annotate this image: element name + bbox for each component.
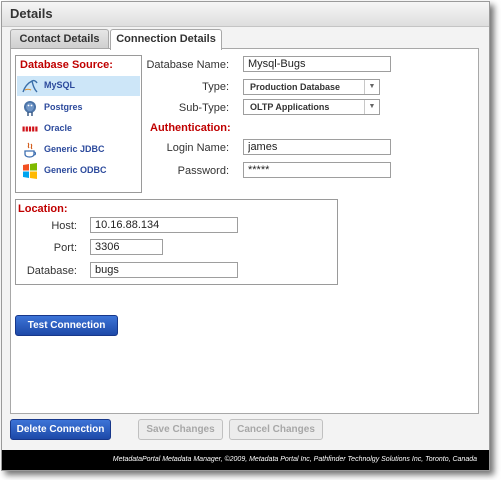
db-source-item-generic-odbc[interactable]: Generic ODBC <box>17 161 140 181</box>
window-title: Details <box>10 6 53 21</box>
db-source-item-oracle[interactable]: Oracle <box>17 119 140 139</box>
details-window: Details Contact Details Connection Detai… <box>1 1 490 471</box>
database-name-label: Database Name: <box>146 59 229 71</box>
subtype-select-value: OLTP Applications <box>250 102 330 112</box>
footer-copyright: MetadataPortal Metadata Manager, ©2009, … <box>2 450 489 470</box>
host-label: Host: <box>51 220 77 232</box>
jdbc-icon <box>24 142 37 158</box>
oracle-icon <box>22 125 38 133</box>
location-heading: Location: <box>18 203 68 215</box>
subtype-select[interactable]: OLTP Applications ▼ <box>243 99 380 115</box>
db-source-label: Oracle <box>44 123 73 133</box>
password-input[interactable] <box>243 162 391 178</box>
db-source-label: Generic ODBC <box>44 165 107 175</box>
save-changes-button[interactable]: Save Changes <box>138 419 223 440</box>
db-source-label: Postgres <box>44 102 83 112</box>
database-name-input[interactable] <box>243 56 391 72</box>
tab-contact-details[interactable]: Contact Details <box>10 29 109 48</box>
port-input[interactable] <box>90 239 163 255</box>
database-source-list: Database Source: MySQL Postgres Oracle G… <box>15 55 142 193</box>
location-section: Location: Host: Port: Database: <box>15 199 338 285</box>
type-select-value: Production Database <box>250 82 341 92</box>
database-label: Database: <box>26 265 77 277</box>
window-titlebar: Details <box>2 2 489 27</box>
postgres-icon <box>24 101 36 116</box>
db-source-item-generic-jdbc[interactable]: Generic JDBC <box>17 140 140 160</box>
odbc-icon <box>23 163 37 179</box>
tab-connection-details[interactable]: Connection Details <box>110 29 222 50</box>
host-input[interactable] <box>90 217 238 233</box>
login-name-input[interactable] <box>243 139 391 155</box>
test-connection-button[interactable]: Test Connection <box>15 315 118 336</box>
chevron-down-icon: ▼ <box>364 100 379 114</box>
chevron-down-icon: ▼ <box>364 80 379 94</box>
delete-connection-button[interactable]: Delete Connection <box>10 419 111 440</box>
database-source-heading: Database Source: <box>20 59 113 71</box>
db-source-label: MySQL <box>44 80 76 90</box>
subtype-label: Sub-Type: <box>178 102 229 114</box>
port-label: Port: <box>53 242 77 254</box>
type-label: Type: <box>202 81 229 93</box>
authentication-heading: Authentication: <box>150 122 231 134</box>
mysql-icon <box>22 79 38 93</box>
connection-details-panel: Database Source: MySQL Postgres Oracle G… <box>10 48 479 414</box>
password-label: Password: <box>177 165 229 177</box>
cancel-changes-button[interactable]: Cancel Changes <box>229 419 323 440</box>
login-name-label: Login Name: <box>166 142 229 154</box>
type-select[interactable]: Production Database ▼ <box>243 79 380 95</box>
db-source-item-mysql[interactable]: MySQL <box>17 76 140 96</box>
db-source-item-postgres[interactable]: Postgres <box>17 98 140 118</box>
db-source-label: Generic JDBC <box>44 144 105 154</box>
database-input[interactable] <box>90 262 238 278</box>
